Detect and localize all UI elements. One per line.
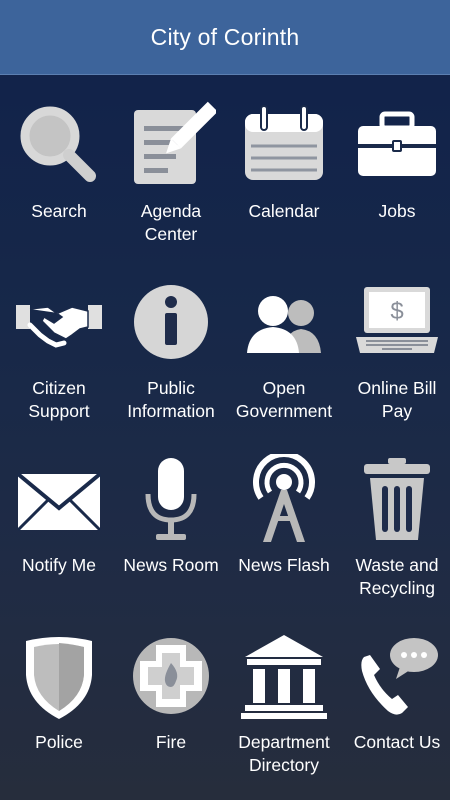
phone-chat-icon	[352, 631, 442, 721]
tile-police[interactable]: Police	[3, 605, 115, 775]
tile-label: Notify Me	[22, 555, 96, 575]
app-title: City of Corinth	[150, 23, 300, 50]
tile-search[interactable]: Search	[3, 74, 115, 244]
agenda-icon	[126, 100, 216, 190]
tile-label: Public Information	[127, 378, 215, 421]
calendar-icon	[239, 100, 329, 190]
tile-open-government[interactable]: Open Government	[228, 251, 340, 421]
search-icon	[14, 100, 104, 190]
tile-label: Waste and Recycling	[355, 555, 439, 598]
tile-department-directory[interactable]: Department Directory	[228, 605, 340, 775]
tile-label: Citizen Support	[28, 378, 90, 421]
people-icon	[239, 277, 329, 367]
building-icon	[239, 631, 329, 721]
info-icon	[126, 277, 216, 367]
shield-icon	[14, 631, 104, 721]
tile-label: News Room	[123, 555, 219, 575]
tile-fire[interactable]: Fire	[115, 605, 227, 775]
tile-label: News Flash	[238, 555, 330, 575]
menu-grid: Search Agenda Center Calendar Jobs Citiz…	[0, 74, 450, 800]
envelope-icon	[14, 454, 104, 544]
tile-label: Calendar	[248, 201, 320, 221]
trash-can-icon	[352, 454, 442, 544]
app-header: City of Corinth	[0, 0, 450, 75]
tile-label: Online Bill Pay	[357, 378, 437, 421]
tile-label: Search	[31, 201, 87, 221]
fire-badge-icon	[126, 631, 216, 721]
tile-label: Contact Us	[353, 732, 441, 752]
tile-label: Department Directory	[238, 732, 330, 775]
handshake-icon	[14, 277, 104, 367]
radio-tower-icon	[239, 454, 329, 544]
tile-label: Police	[35, 732, 83, 752]
tile-label: Jobs	[378, 201, 416, 221]
tile-online-bill-pay[interactable]: $ Online Bill Pay	[341, 251, 450, 421]
tile-calendar[interactable]: Calendar	[228, 74, 340, 244]
tile-agenda-center[interactable]: Agenda Center	[115, 74, 227, 244]
tile-label: Open Government	[235, 378, 333, 421]
tile-label: Agenda Center	[140, 201, 202, 244]
tile-label: Fire	[155, 732, 187, 752]
microphone-icon	[126, 454, 216, 544]
tile-jobs[interactable]: Jobs	[341, 74, 450, 244]
tile-news-flash[interactable]: News Flash	[228, 428, 340, 598]
tile-waste-and-recycling[interactable]: Waste and Recycling	[341, 428, 450, 598]
tile-contact-us[interactable]: Contact Us	[341, 605, 450, 775]
dollar-sign: $	[390, 298, 403, 325]
tile-public-information[interactable]: Public Information	[115, 251, 227, 421]
tile-notify-me[interactable]: Notify Me	[3, 428, 115, 598]
briefcase-icon	[352, 100, 442, 190]
laptop-dollar-icon: $	[352, 277, 442, 367]
tile-citizen-support[interactable]: Citizen Support	[3, 251, 115, 421]
tile-news-room[interactable]: News Room	[115, 428, 227, 598]
